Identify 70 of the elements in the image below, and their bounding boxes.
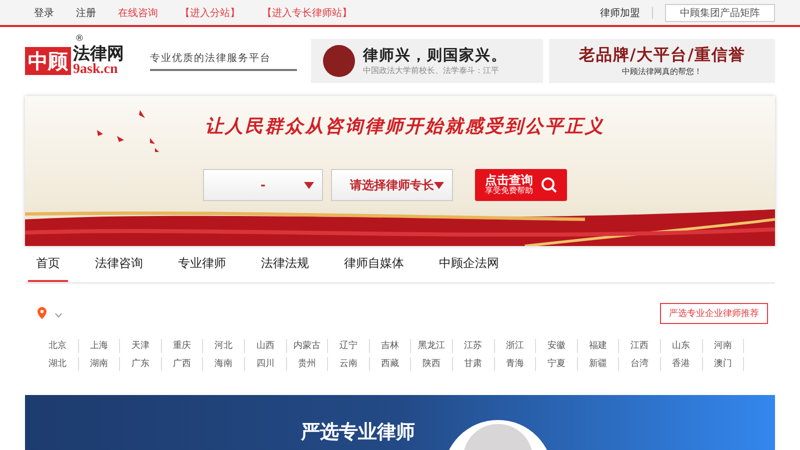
nav-tab[interactable]: 中顾企法网 — [431, 246, 507, 282]
avatar-placeholder — [322, 45, 355, 77]
city-link[interactable]: 西藏 — [370, 357, 412, 371]
chevron-down-icon[interactable] — [55, 312, 62, 318]
ad-banner[interactable]: 律师兴，则国家兴。 中国政法大学前校长、法学泰斗：江平 — [310, 39, 544, 83]
nav-tab[interactable]: 法律咨询 — [87, 246, 151, 282]
join-link[interactable]: 律师加盟 — [600, 6, 640, 20]
city-link[interactable]: 山西 — [244, 339, 287, 353]
nav-tab[interactable]: 首页 — [28, 246, 68, 282]
nav-tab[interactable]: 法律法规 — [253, 246, 317, 282]
city-link[interactable]: 宁夏 — [536, 357, 578, 371]
slogan: 专业优质的法律服务平台 — [150, 51, 297, 71]
city-link[interactable]: 河北 — [203, 339, 245, 353]
ad-headline: 律师兴，则国家兴。 — [362, 46, 507, 65]
logo-name: 法律网 — [73, 46, 124, 62]
city-link[interactable]: 湖南 — [78, 357, 120, 371]
city-link[interactable]: 四川 — [244, 357, 287, 371]
city-link[interactable]: 江西 — [619, 339, 661, 353]
city-link[interactable]: 广东 — [120, 357, 162, 371]
city-link[interactable]: 台湾 — [619, 357, 661, 371]
city-link[interactable]: 广西 — [162, 357, 204, 371]
hero-slogan: 让人民群众从咨询律师开始就感受到公平正义 — [204, 115, 606, 138]
top-link[interactable]: 【进入分站】 — [180, 6, 240, 20]
product-matrix-button[interactable]: 中顾集团产品矩阵 — [665, 4, 775, 22]
promo-title: 严选专业律师 — [301, 420, 415, 445]
top-link[interactable]: 注册 — [76, 6, 96, 20]
city-link[interactable]: 浙江 — [494, 339, 536, 353]
city-link[interactable]: 重庆 — [162, 339, 204, 353]
location-pin-icon[interactable] — [37, 307, 47, 319]
dropdown[interactable]: - — [203, 169, 323, 201]
logo-domain: 9ask.cn — [73, 62, 119, 76]
ad-banner[interactable]: 老品牌/大平台/重信誉 中顾法律网真的帮您！ — [549, 39, 775, 83]
nav-tab[interactable]: 专业律师 — [170, 246, 234, 282]
top-link[interactable]: 在线咨询 — [118, 6, 158, 20]
top-link[interactable]: 【进入专长律师站】 — [262, 6, 352, 20]
recommend-button[interactable]: 严选专业企业律师推荐 — [660, 302, 768, 324]
registered-mark: ® — [75, 34, 84, 44]
city-link[interactable]: 黑龙江 — [411, 339, 453, 353]
logo-mark: 中顾 — [25, 47, 71, 75]
city-link[interactable]: 甘肃 — [452, 357, 495, 371]
nav-tab[interactable]: 律师自媒体 — [336, 246, 412, 282]
dropdown[interactable]: 请选择律师专长 — [331, 169, 453, 201]
city-link[interactable]: 内蒙古 — [286, 339, 328, 353]
city-link[interactable]: 天津 — [120, 339, 162, 353]
city-link[interactable]: 海南 — [203, 357, 245, 371]
caret-icon — [304, 182, 314, 189]
city-link[interactable]: 香港 — [660, 357, 702, 371]
city-link[interactable]: 辽宁 — [328, 339, 370, 353]
city-link[interactable]: 云南 — [328, 357, 370, 371]
city-link[interactable]: 河南 — [702, 339, 744, 353]
top-link[interactable]: 登录 — [34, 6, 54, 20]
city-link[interactable]: 贵州 — [286, 357, 328, 371]
city-link[interactable]: 江苏 — [452, 339, 495, 353]
city-link[interactable]: 安徽 — [536, 339, 578, 353]
city-link[interactable]: 山东 — [660, 339, 702, 353]
city-link[interactable]: 北京 — [37, 339, 79, 353]
search-icon — [541, 177, 557, 193]
city-link[interactable]: 陕西 — [411, 357, 453, 371]
city-link[interactable]: 吉林 — [370, 339, 412, 353]
ad-headline: 老品牌/大平台/重信誉 — [578, 45, 746, 66]
city-link[interactable]: 福建 — [578, 339, 620, 353]
search-button[interactable]: 点击查询 享受免费帮助 — [475, 169, 567, 201]
city-link[interactable]: 澳门 — [702, 357, 744, 371]
city-link[interactable]: 青海 — [494, 357, 536, 371]
city-link[interactable]: 湖北 — [37, 357, 79, 371]
caret-icon — [434, 182, 444, 189]
ad-caption: 中国政法大学前校长、法学泰斗：江平 — [362, 65, 500, 76]
city-link[interactable]: 上海 — [78, 339, 120, 353]
ad-caption: 中顾法律网真的帮您！ — [621, 66, 704, 77]
city-link[interactable]: 新疆 — [578, 357, 620, 371]
